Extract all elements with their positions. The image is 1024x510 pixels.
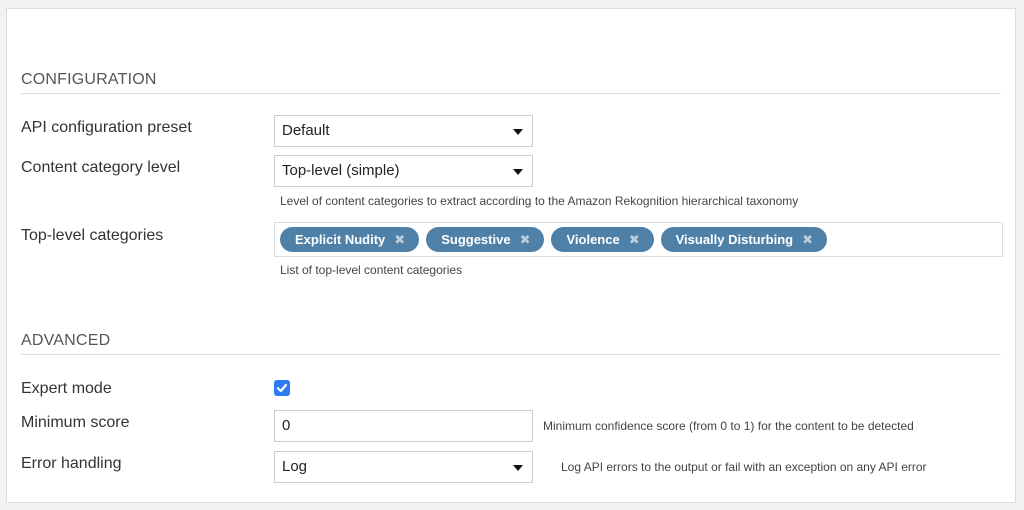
tag-label: Visually Disturbing (675, 232, 794, 247)
tag-visually-disturbing: Visually Disturbing ✖ (660, 227, 828, 252)
chevron-down-icon (513, 169, 523, 175)
tag-label: Violence (566, 232, 620, 247)
chevron-down-icon (513, 129, 523, 135)
category-level-label: Content category level (21, 159, 181, 176)
tag-explicit-nudity: Explicit Nudity ✖ (280, 227, 420, 252)
error-handling-value: Log (282, 458, 308, 475)
category-level-help: Level of content categories to extract a… (280, 194, 799, 208)
tag-label: Explicit Nudity (295, 232, 386, 247)
api-preset-value: Default (282, 122, 330, 139)
configuration-section-title: CONFIGURATION (21, 71, 157, 88)
close-icon[interactable]: ✖ (629, 232, 640, 248)
error-handling-select[interactable]: Log (274, 451, 533, 483)
api-preset-select[interactable]: Default (274, 115, 533, 147)
configuration-divider (21, 93, 1001, 94)
top-level-categories-help: List of top-level content categories (280, 263, 463, 277)
category-level-select[interactable]: Top-level (simple) (274, 155, 533, 187)
api-preset-label: API configuration preset (21, 119, 192, 136)
chevron-down-icon (513, 465, 523, 471)
close-icon[interactable]: ✖ (802, 232, 813, 248)
advanced-divider (21, 354, 1001, 355)
checkmark-icon (276, 383, 288, 393)
minimum-score-label: Minimum score (21, 414, 130, 431)
category-level-value: Top-level (simple) (282, 162, 400, 179)
close-icon[interactable]: ✖ (520, 232, 531, 248)
top-level-categories-label: Top-level categories (21, 227, 164, 244)
expert-mode-label: Expert mode (21, 380, 112, 397)
error-handling-help: Log API errors to the output or fail wit… (561, 460, 927, 474)
error-handling-label: Error handling (21, 455, 122, 472)
expert-mode-checkbox[interactable] (274, 380, 290, 396)
tag-label: Suggestive (441, 232, 511, 247)
minimum-score-input[interactable]: 0 (274, 410, 533, 442)
advanced-section-title: ADVANCED (21, 332, 111, 349)
tag-suggestive: Suggestive ✖ (426, 227, 545, 252)
tag-violence: Violence ✖ (551, 227, 654, 252)
minimum-score-help: Minimum confidence score (from 0 to 1) f… (543, 419, 914, 433)
close-icon[interactable]: ✖ (394, 232, 405, 248)
settings-panel: CONFIGURATION API configuration preset D… (6, 8, 1016, 503)
top-level-categories-input[interactable]: Explicit Nudity ✖ Suggestive ✖ Violence … (274, 222, 1003, 257)
